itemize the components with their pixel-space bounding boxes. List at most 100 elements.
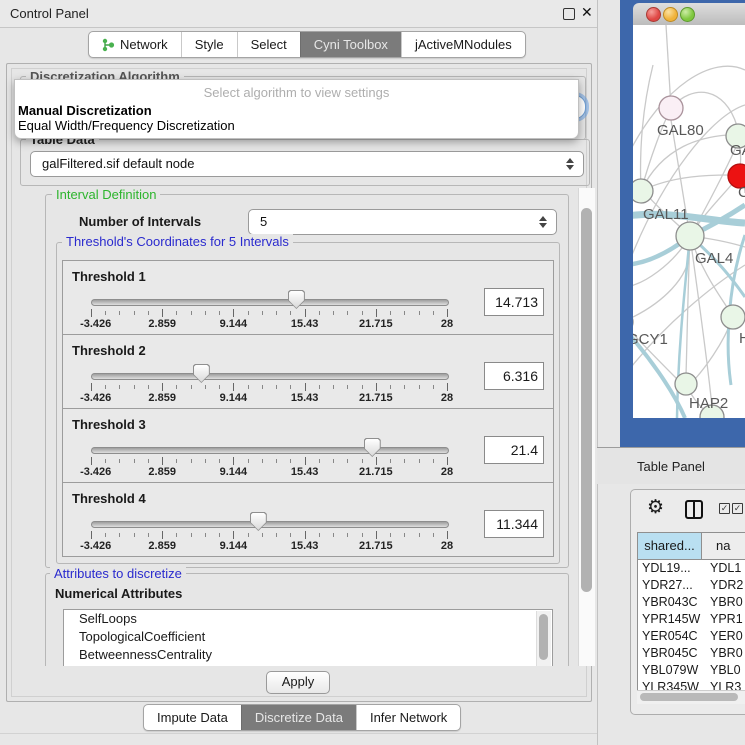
- minimize-traffic-icon[interactable]: [663, 7, 678, 22]
- horizontal-scrollbar[interactable]: [637, 690, 745, 704]
- close-traffic-icon[interactable]: [646, 7, 661, 22]
- tab-style[interactable]: Style: [181, 32, 237, 57]
- bottom-tab-impute-data[interactable]: Impute Data: [144, 705, 241, 730]
- network-window-titlebar[interactable]: [633, 3, 745, 26]
- tick-mark: [276, 459, 277, 463]
- threshold-value-field[interactable]: 21.4: [484, 436, 544, 464]
- tab-jactivemnodules[interactable]: jActiveMNodules: [401, 32, 525, 57]
- bottom-tab-discretize-data[interactable]: Discretize Data: [241, 705, 356, 730]
- threshold-row-1: Threshold 1-3.4262.8599.14415.4321.71528…: [63, 261, 553, 335]
- tick-mark: [376, 309, 377, 317]
- network-node-green[interactable]: [676, 222, 704, 250]
- tick-mark: [419, 311, 420, 315]
- tab-cyni-toolbox[interactable]: Cyni Toolbox: [300, 32, 401, 57]
- list-scrollbar[interactable]: [536, 611, 551, 666]
- table-row[interactable]: YPR145WYPR1: [638, 611, 745, 628]
- number-of-intervals-value: 5: [260, 214, 267, 229]
- top-tab-bar: NetworkStyleSelectCyni ToolboxjActiveMNo…: [88, 31, 526, 58]
- threshold-slider[interactable]: -3.4262.8599.14415.4321.71528: [91, 261, 447, 334]
- attribute-item[interactable]: BetweennessCentrality: [64, 646, 552, 664]
- table-data-value: galFiltered.sif default node: [42, 156, 194, 171]
- table-row[interactable]: YDR27...YDR2: [638, 577, 745, 594]
- tick-mark: [105, 459, 106, 463]
- node-label-h: H: [739, 330, 745, 347]
- slider-thumb[interactable]: [288, 290, 305, 309]
- columns-icon[interactable]: [685, 500, 703, 519]
- slider-track[interactable]: [91, 447, 449, 454]
- checkbox-icon[interactable]: ✓: [719, 503, 730, 514]
- network-node-green[interactable]: [675, 373, 697, 395]
- algorithm-option-2[interactable]: Equal Width/Frequency Discretization: [18, 118, 235, 133]
- thresholds-group-label: Threshold's Coordinates for 5 Intervals: [62, 234, 293, 249]
- table-panel-window: ⚙ ✓ ✓ shared... na YDL19...YDL1YDR27...Y…: [630, 489, 745, 715]
- tick-mark: [248, 385, 249, 389]
- tick-mark: [319, 459, 320, 463]
- tick-mark: [105, 311, 106, 315]
- vertical-scrollbar-thumb[interactable]: [581, 208, 592, 592]
- horizontal-scrollbar-thumb[interactable]: [640, 693, 738, 701]
- threshold-slider[interactable]: -3.4262.8599.14415.4321.71528: [91, 483, 447, 556]
- table-row[interactable]: YBR045CYBR0: [638, 645, 745, 662]
- attribute-item[interactable]: SelfLoops: [64, 610, 552, 628]
- algorithm-option-1[interactable]: Manual Discretization: [18, 103, 152, 118]
- close-icon[interactable]: ✕: [581, 4, 593, 21]
- threshold-value-field[interactable]: 11.344: [484, 510, 544, 538]
- slider-track[interactable]: [91, 299, 449, 306]
- threshold-value-field[interactable]: 14.713: [484, 288, 544, 316]
- apply-button[interactable]: Apply: [266, 671, 330, 694]
- tick-mark: [419, 459, 420, 463]
- slider-thumb[interactable]: [193, 364, 210, 383]
- tick-mark: [347, 459, 348, 463]
- cell-shared-name: YBR043C: [638, 594, 706, 611]
- tick-mark: [105, 533, 106, 537]
- tick-mark: [148, 533, 149, 537]
- tick-mark: [176, 533, 177, 537]
- tick-mark: [290, 385, 291, 389]
- cell-shared-name: YBR045C: [638, 645, 706, 662]
- tab-network[interactable]: Network: [89, 32, 181, 57]
- tick-label: 9.144: [220, 392, 248, 404]
- network-node-green[interactable]: [633, 179, 653, 203]
- network-edge[interactable]: [641, 135, 727, 191]
- threshold-slider[interactable]: -3.4262.8599.14415.4321.71528: [91, 409, 447, 482]
- float-window-icon[interactable]: [563, 8, 575, 20]
- table-row[interactable]: YER054CYER0: [638, 628, 745, 645]
- table-row[interactable]: YDL19...YDL1: [638, 560, 745, 577]
- zoom-traffic-icon[interactable]: [680, 7, 695, 22]
- table-data-combobox[interactable]: galFiltered.sif default node: [30, 151, 584, 177]
- vertical-scrollbar[interactable]: [578, 188, 595, 666]
- column-header-shared-name[interactable]: shared...: [638, 533, 702, 559]
- slider-track[interactable]: [91, 521, 449, 528]
- list-scrollbar-thumb[interactable]: [539, 614, 548, 660]
- cell-shared-name: YDL19...: [638, 560, 706, 577]
- tick-mark: [119, 385, 120, 389]
- bottom-tab-segments: Impute DataDiscretize DataInfer Network: [143, 704, 461, 731]
- network-node-pink[interactable]: [659, 96, 683, 120]
- column-header-name[interactable]: na: [702, 533, 745, 559]
- tick-mark: [290, 533, 291, 537]
- slider-thumb[interactable]: [364, 438, 381, 457]
- cell-name: YBR0: [706, 645, 745, 662]
- slider-track[interactable]: [91, 373, 449, 380]
- threshold-value-field[interactable]: 6.316: [484, 362, 544, 390]
- tick-mark: [162, 457, 163, 465]
- tab-segments: NetworkStyleSelectCyni ToolboxjActiveMNo…: [88, 31, 526, 58]
- numerical-attributes-list[interactable]: SelfLoopsTopologicalCoefficientBetweenne…: [63, 609, 553, 666]
- threshold-slider[interactable]: -3.4262.8599.14415.4321.71528: [91, 335, 447, 408]
- network-node-green[interactable]: [721, 305, 745, 329]
- tick-label: 2.859: [148, 318, 176, 330]
- algorithm-popup-hint: Select algorithm to view settings: [15, 85, 578, 100]
- tick-mark: [433, 385, 434, 389]
- network-canvas[interactable]: GAL80GACGAL11GAL4GCY1HHAP2: [633, 25, 745, 418]
- tick-mark: [305, 383, 306, 391]
- bottom-tab-infer-network[interactable]: Infer Network: [356, 705, 460, 730]
- checkbox-icon[interactable]: ✓: [732, 503, 743, 514]
- slider-thumb[interactable]: [250, 512, 267, 531]
- table-row[interactable]: YBR043CYBR0: [638, 594, 745, 611]
- gear-icon[interactable]: ⚙: [647, 496, 664, 520]
- attribute-item[interactable]: TopologicalCoefficient: [64, 628, 552, 646]
- table-row[interactable]: YBL079WYBL0: [638, 662, 745, 679]
- tab-select[interactable]: Select: [237, 32, 300, 57]
- number-of-intervals-combobox[interactable]: 5: [248, 209, 557, 235]
- tick-mark: [362, 311, 363, 315]
